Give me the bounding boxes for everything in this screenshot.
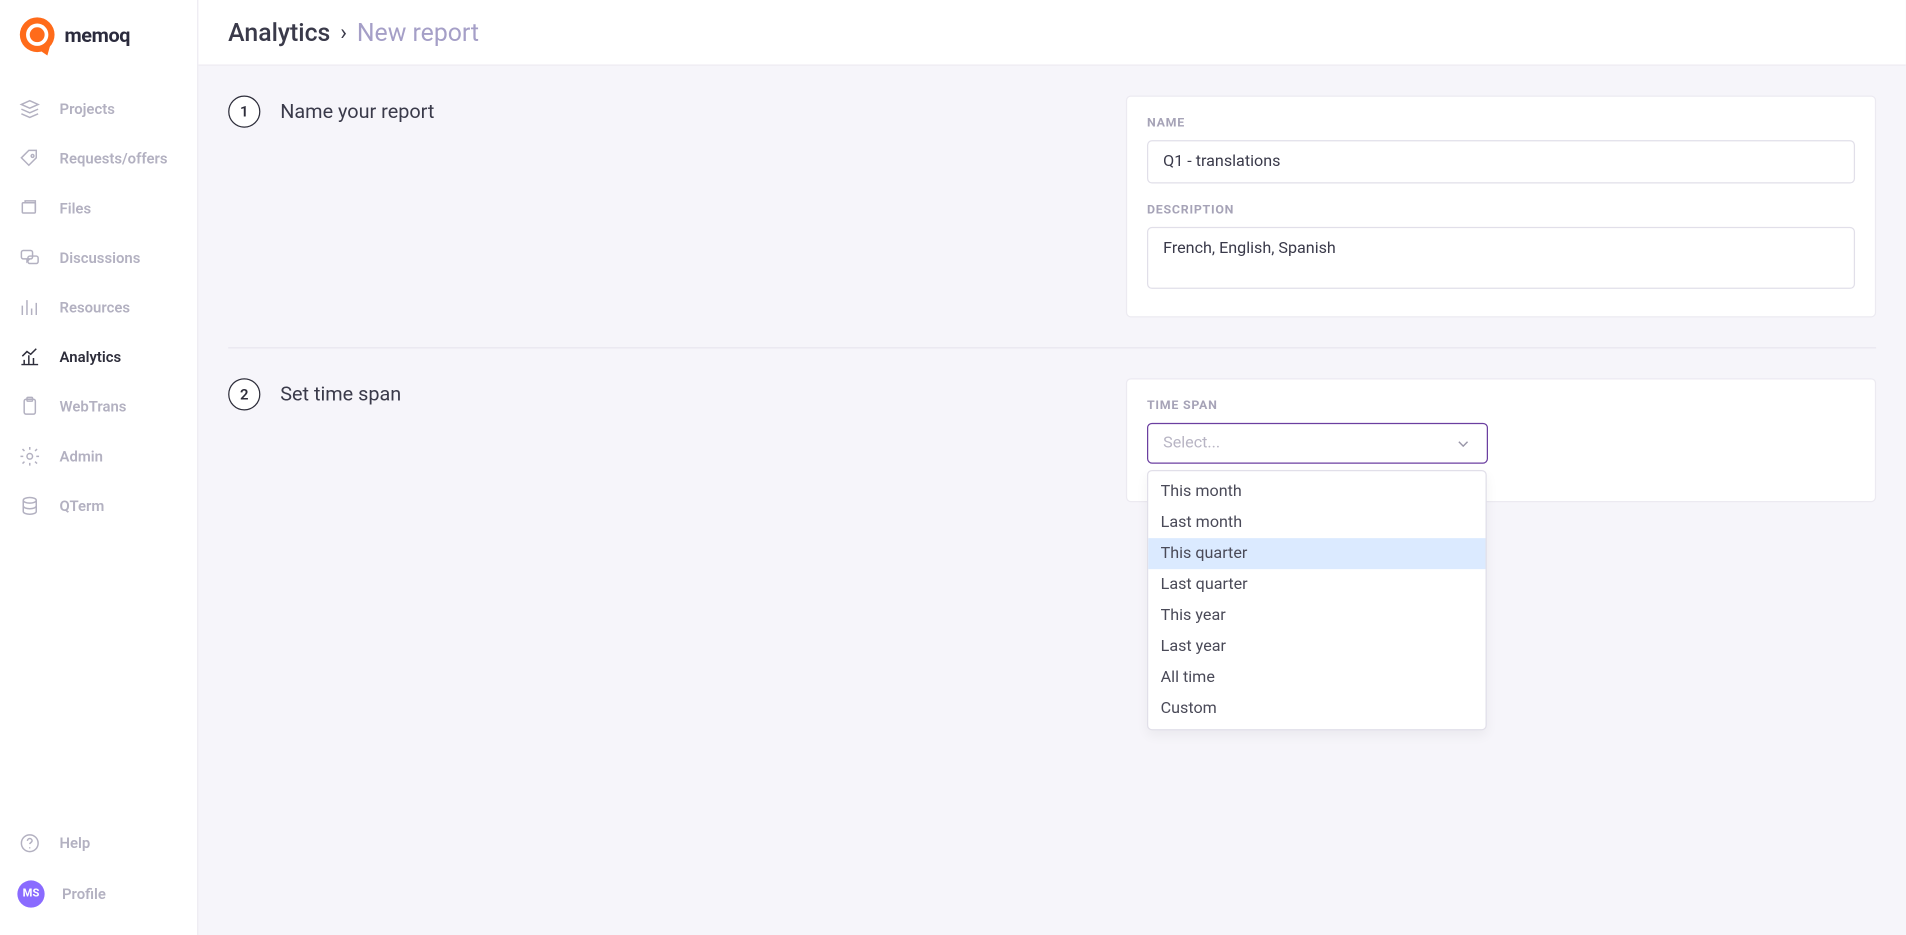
time-span-option[interactable]: Custom (1148, 693, 1485, 724)
breadcrumb-current: New report (357, 17, 479, 47)
sidebar-item-label: QTerm (60, 497, 105, 514)
sidebar-item-qterm[interactable]: QTerm (0, 481, 197, 531)
gear-icon (17, 444, 42, 469)
card-time-span: TIME SPAN Select... This monthLast month… (1126, 378, 1876, 502)
sidebar-item-analytics[interactable]: Analytics (0, 332, 197, 382)
sidebar-item-label: Profile (62, 885, 106, 902)
content: 1 Name your report NAME DESCRIPTION (198, 66, 1906, 562)
time-span-option[interactable]: Last month (1148, 507, 1485, 538)
time-span-select[interactable]: Select... (1147, 423, 1488, 464)
time-span-option[interactable]: Last quarter (1148, 569, 1485, 600)
logo-mark-icon (20, 17, 55, 52)
clipboard-icon (17, 394, 42, 419)
tag-icon (17, 146, 42, 171)
report-description-input[interactable] (1147, 227, 1855, 289)
sidebar-item-admin[interactable]: Admin (0, 432, 197, 482)
time-span-option[interactable]: This quarter (1148, 538, 1485, 569)
sidebar-item-label: WebTrans (60, 398, 127, 415)
time-span-placeholder: Select... (1163, 434, 1220, 453)
step-badge-1: 1 (228, 95, 260, 127)
time-span-option[interactable]: This year (1148, 600, 1485, 631)
step-title-1: Name your report (280, 95, 434, 127)
sidebar-item-files[interactable]: Files (0, 184, 197, 234)
time-span-option[interactable]: Last year (1148, 631, 1485, 662)
sidebar: memoq Projects Requests/offers Files (0, 0, 198, 935)
help-icon (17, 831, 42, 856)
sidebar-item-requests[interactable]: Requests/offers (0, 134, 197, 184)
breadcrumb-root[interactable]: Analytics (228, 17, 330, 47)
chevron-down-icon (1455, 435, 1472, 452)
breadcrumb-separator: › (340, 19, 347, 45)
sidebar-nav: Projects Requests/offers Files Discussio… (0, 74, 197, 818)
analytics-icon (17, 345, 42, 370)
sidebar-item-help[interactable]: Help (0, 818, 197, 868)
sidebar-item-label: Analytics (60, 348, 122, 365)
time-span-option[interactable]: This month (1148, 476, 1485, 507)
sidebar-item-label: Requests/offers (60, 150, 168, 167)
sidebar-item-label: Resources (60, 299, 130, 316)
folder-icon (17, 196, 42, 221)
sidebar-item-label: Discussions (60, 249, 141, 266)
sidebar-bottom: Help MS Profile (0, 818, 197, 935)
section-name-report: 1 Name your report NAME DESCRIPTION (228, 95, 1876, 347)
main: Analytics › New report 1 Name your repor… (198, 0, 1906, 935)
time-span-dropdown: This monthLast monthThis quarterLast qua… (1147, 470, 1487, 730)
stack-icon (17, 97, 42, 122)
label-name: NAME (1147, 117, 1855, 131)
logo[interactable]: memoq (0, 0, 197, 74)
sidebar-item-label: Admin (60, 448, 103, 465)
breadcrumb: Analytics › New report (198, 0, 1906, 66)
sidebar-item-resources[interactable]: Resources (0, 283, 197, 333)
chat-icon (17, 246, 42, 271)
avatar: MS (17, 880, 44, 907)
database-icon (17, 494, 42, 519)
step-title-2: Set time span (280, 378, 401, 410)
sidebar-item-discussions[interactable]: Discussions (0, 233, 197, 283)
report-name-input[interactable] (1147, 140, 1855, 183)
sidebar-item-webtrans[interactable]: WebTrans (0, 382, 197, 432)
sidebar-item-label: Help (60, 835, 91, 852)
bars-icon (17, 295, 42, 320)
card-name-report: NAME DESCRIPTION (1126, 95, 1876, 317)
sidebar-item-projects[interactable]: Projects (0, 84, 197, 134)
label-description: DESCRIPTION (1147, 203, 1855, 217)
sidebar-item-label: Files (60, 200, 92, 217)
logo-text: memoq (64, 23, 130, 47)
section-time-span: 2 Set time span TIME SPAN Select... (228, 347, 1876, 532)
step-badge-2: 2 (228, 378, 260, 410)
time-span-option[interactable]: All time (1148, 662, 1485, 693)
sidebar-item-profile[interactable]: MS Profile (0, 868, 197, 920)
label-time-span: TIME SPAN (1147, 399, 1855, 413)
sidebar-item-label: Projects (60, 100, 115, 117)
